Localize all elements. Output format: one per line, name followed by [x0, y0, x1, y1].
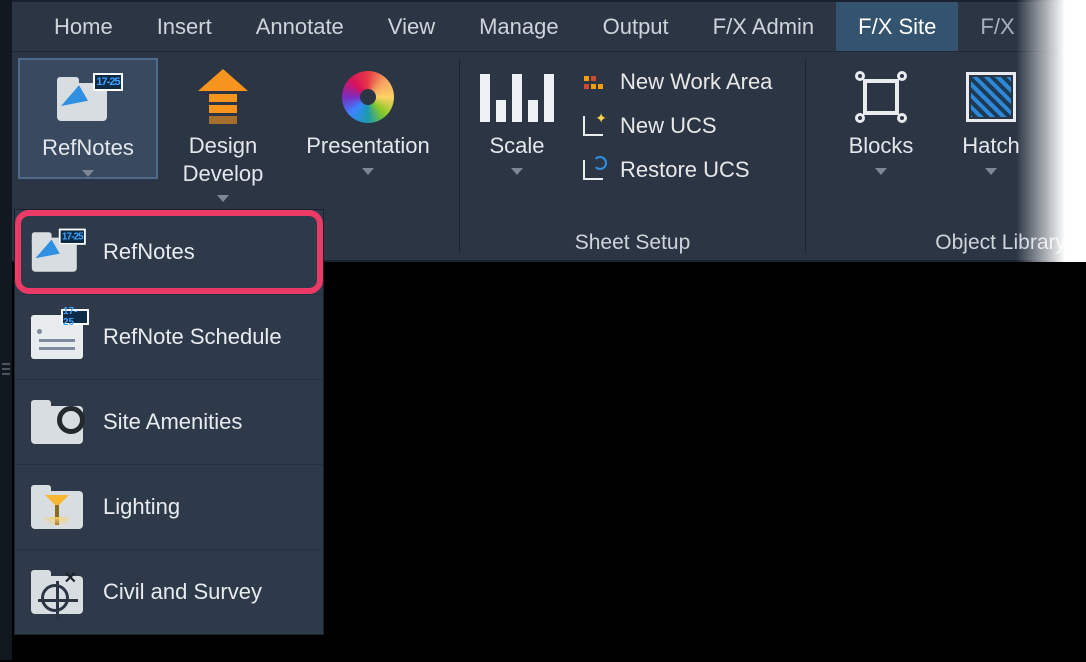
tab-insert[interactable]: Insert: [135, 2, 234, 51]
chevron-down-icon: [362, 168, 374, 175]
refnotes-button[interactable]: 17-25 RefNotes: [18, 58, 158, 179]
scale-label: Scale: [489, 132, 544, 160]
presentation-button[interactable]: Presentation: [288, 58, 448, 175]
hatch-icon: [966, 72, 1016, 122]
scale-button[interactable]: Scale: [466, 58, 568, 175]
menu-site-amenities[interactable]: Site Amenities: [15, 379, 323, 464]
refnotes-dropdown: 17-25 RefNotes 17-25 RefNote Schedule Si…: [14, 209, 324, 635]
tab-home[interactable]: Home: [32, 2, 135, 51]
panel-title-sheet: Sheet Setup: [460, 226, 805, 260]
scale-icon: [480, 72, 554, 122]
hatch-label: Hatch: [962, 132, 1019, 160]
refnotes-icon: 17-25: [32, 230, 82, 273]
new-ucs-label: New UCS: [620, 113, 717, 139]
work-area-icon: [578, 68, 608, 96]
tab-fx-admin[interactable]: F/X Admin: [691, 2, 836, 51]
menu-civil-survey[interactable]: ✕ Civil and Survey: [15, 549, 323, 634]
new-ucs-button[interactable]: ✦ New UCS: [572, 108, 778, 144]
menu-refnotes-label: RefNotes: [103, 239, 195, 265]
ribbon-tabbar: Home Insert Annotate View Manage Output …: [12, 0, 1086, 52]
tab-fx-site[interactable]: F/X Site: [836, 2, 958, 51]
menu-civil-survey-label: Civil and Survey: [103, 579, 262, 605]
chevron-down-icon: [217, 195, 229, 202]
menu-refnotes[interactable]: 17-25 RefNotes: [15, 210, 323, 294]
restore-ucs-icon: [578, 156, 608, 184]
blocks-label: Blocks: [849, 132, 914, 160]
chevron-down-icon: [511, 168, 523, 175]
tab-manage[interactable]: Manage: [457, 2, 581, 51]
hatch-button[interactable]: Hatch: [936, 58, 1046, 175]
new-work-area-button[interactable]: New Work Area: [572, 64, 778, 100]
refnotes-label: RefNotes: [42, 134, 134, 162]
chevron-down-icon: [985, 168, 997, 175]
refnotes-icon: 17-25: [57, 75, 119, 123]
tab-view[interactable]: View: [366, 2, 457, 51]
up-arrow-icon: [198, 69, 248, 125]
qat-gutter: [0, 0, 12, 660]
chevron-down-icon: [875, 168, 887, 175]
lighting-icon: [31, 485, 83, 529]
panel-title-objlib: Object Library: [806, 226, 1086, 260]
schedule-icon: 17-25: [31, 315, 83, 359]
new-work-area-label: New Work Area: [620, 69, 772, 95]
civil-icon: ✕: [31, 570, 83, 614]
tab-output[interactable]: Output: [581, 2, 691, 51]
design-develop-label: Design Develop: [183, 132, 264, 187]
menu-refnote-schedule-label: RefNote Schedule: [103, 324, 282, 350]
blocks-icon: [857, 73, 905, 121]
menu-lighting-label: Lighting: [103, 494, 180, 520]
blocks-button[interactable]: Blocks: [826, 58, 936, 175]
amenities-icon: [31, 400, 83, 444]
restore-ucs-button[interactable]: Restore UCS: [572, 152, 778, 188]
tab-fx-partial[interactable]: F/X: [958, 2, 1036, 51]
chevron-down-icon: [82, 170, 94, 177]
menu-site-amenities-label: Site Amenities: [103, 409, 242, 435]
menu-lighting[interactable]: Lighting: [15, 464, 323, 549]
tab-annotate[interactable]: Annotate: [234, 2, 366, 51]
design-develop-button[interactable]: Design Develop: [158, 58, 288, 202]
presentation-label: Presentation: [306, 132, 430, 160]
restore-ucs-label: Restore UCS: [620, 157, 750, 183]
menu-refnote-schedule[interactable]: 17-25 RefNote Schedule: [15, 294, 323, 379]
color-wheel-icon: [342, 71, 394, 123]
new-ucs-icon: ✦: [578, 112, 608, 140]
